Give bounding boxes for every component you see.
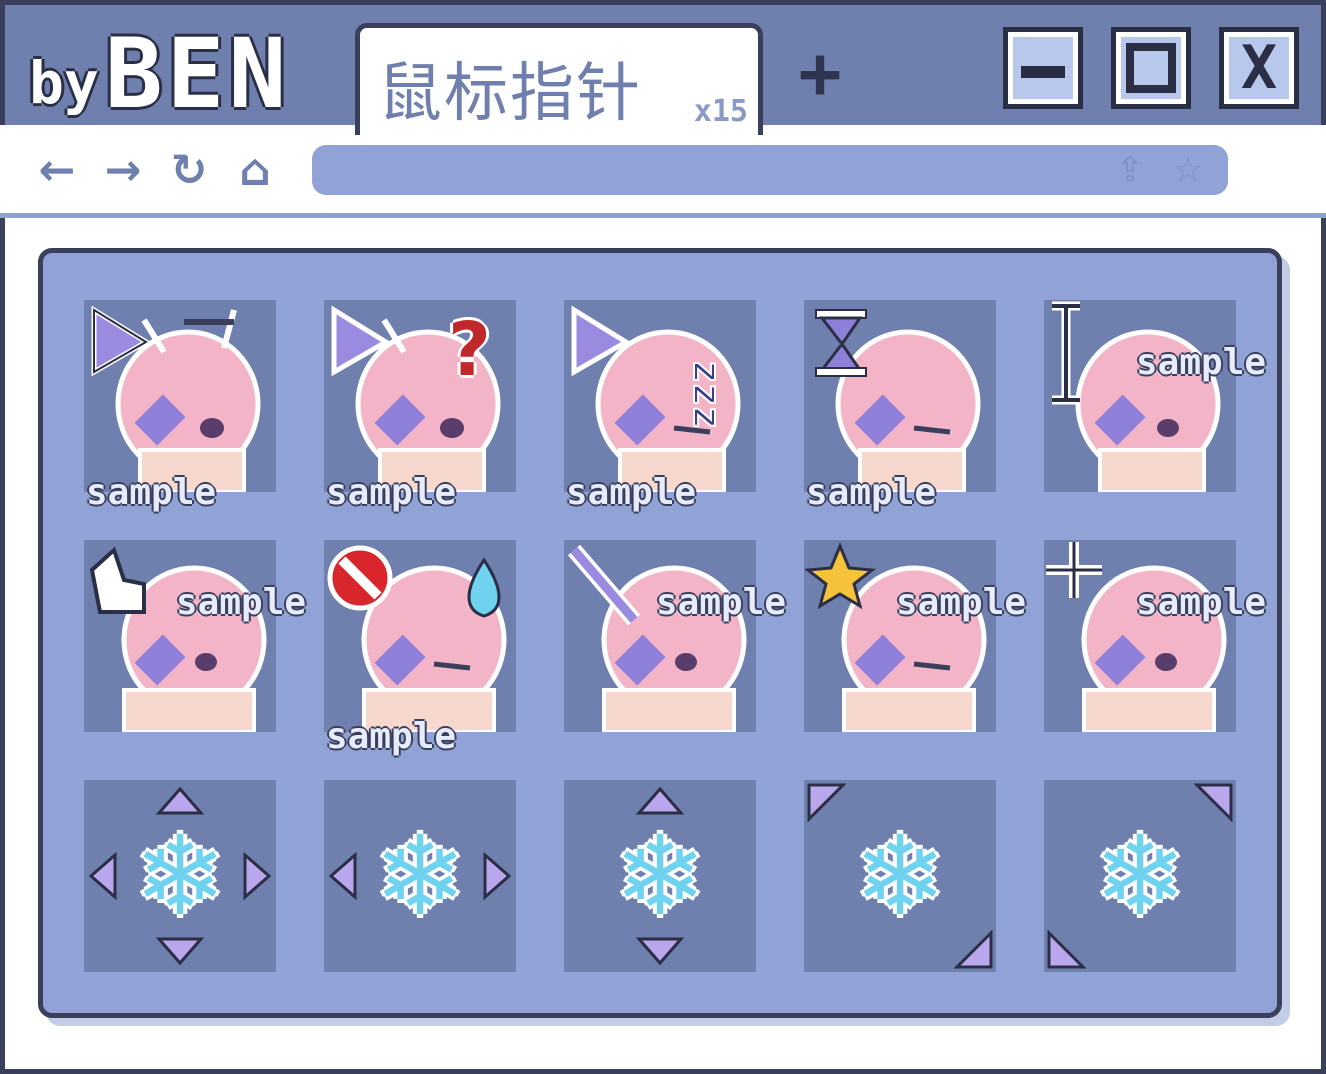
cursor-link-select[interactable]: sample	[84, 540, 306, 732]
cursor-pin-select[interactable]: sample	[804, 540, 1026, 732]
arrow-cursor-icon	[571, 306, 630, 376]
forward-arrow-icon[interactable]: →	[100, 148, 146, 194]
arrow-down-icon	[636, 937, 684, 966]
cursor-vertical-resize[interactable]: ❄	[564, 780, 756, 972]
cursor-working-in-background[interactable]: zzz sample	[564, 300, 756, 513]
tab-count-badge: x15	[693, 94, 748, 129]
hourglass-icon	[815, 309, 867, 377]
snowflake-icon: ❄	[853, 812, 947, 940]
cursor-text-select[interactable]: sample	[1044, 300, 1266, 492]
tab-cursors[interactable]: 鼠标指针 x15	[355, 23, 763, 135]
close-button[interactable]: X	[1219, 27, 1299, 109]
character-portrait	[1046, 542, 1227, 732]
close-icon: X	[1240, 33, 1278, 103]
address-bar[interactable]	[312, 145, 1228, 195]
back-arrow-icon[interactable]: ←	[34, 148, 80, 194]
cursor-normal-select[interactable]: sample	[84, 300, 276, 513]
snowflake-icon: ❄	[1093, 812, 1187, 940]
title-bar: by BEN 鼠标指针 x15 + X	[5, 5, 1321, 135]
cursor-precision-select[interactable]: sample	[1044, 540, 1266, 732]
arrow-left-icon	[328, 852, 357, 900]
arrow-top-left-icon	[807, 783, 846, 822]
new-tab-button[interactable]: +	[789, 37, 851, 109]
brand-logo: by BEN	[29, 19, 290, 124]
share-icon[interactable]: ⇪	[1110, 150, 1150, 190]
character-portrait	[567, 544, 747, 732]
arrow-left-icon	[88, 852, 117, 900]
snowflake-icon: ❄	[373, 812, 467, 940]
character-portrait	[804, 542, 987, 732]
cursor-unavailable[interactable]: sample	[324, 540, 516, 757]
arrow-bottom-right-icon	[954, 930, 993, 969]
minimize-button[interactable]	[1003, 27, 1083, 109]
maximize-button[interactable]	[1111, 27, 1191, 109]
arrow-top-right-icon	[1194, 783, 1233, 822]
cursor-busy[interactable]: sample	[804, 300, 996, 513]
maximize-icon	[1126, 43, 1176, 93]
arrow-cursor-icon	[331, 306, 390, 376]
cursor-help-select[interactable]: ? sample	[324, 300, 516, 513]
svg-text:zzz: zzz	[685, 360, 729, 429]
tab-label: 鼠标指针	[378, 57, 642, 131]
arrow-up-icon	[636, 786, 684, 815]
snowflake-icon: ❄	[613, 812, 707, 940]
cursor-diagonal-resize-2[interactable]: ❄	[1044, 780, 1236, 972]
cursor-horizontal-resize[interactable]: ❄	[324, 780, 516, 972]
cursor-move[interactable]: ❄	[84, 780, 276, 972]
arrow-cursor-icon	[91, 306, 150, 376]
bookmark-star-icon[interactable]: ☆	[1168, 150, 1208, 190]
reload-icon[interactable]: ↻	[166, 148, 212, 194]
brand-name: BEN	[104, 18, 291, 130]
home-icon[interactable]: ⌂	[232, 148, 278, 194]
cursor-diagonal-resize-1[interactable]: ❄	[804, 780, 996, 972]
arrow-down-icon	[156, 937, 204, 966]
arrow-up-icon	[156, 786, 204, 815]
cursor-handwriting[interactable]: sample	[564, 540, 786, 732]
character-portrait	[1052, 301, 1221, 492]
arrow-right-icon	[243, 852, 272, 900]
snowflake-icon: ❄	[133, 812, 227, 940]
brand-by: by	[29, 49, 99, 117]
character-portrait	[89, 546, 267, 732]
arrow-right-icon	[483, 852, 512, 900]
question-mark-icon: ?	[448, 307, 491, 393]
arrow-bottom-left-icon	[1047, 930, 1086, 969]
minimize-icon	[1021, 66, 1065, 79]
character-portrait	[327, 545, 507, 732]
